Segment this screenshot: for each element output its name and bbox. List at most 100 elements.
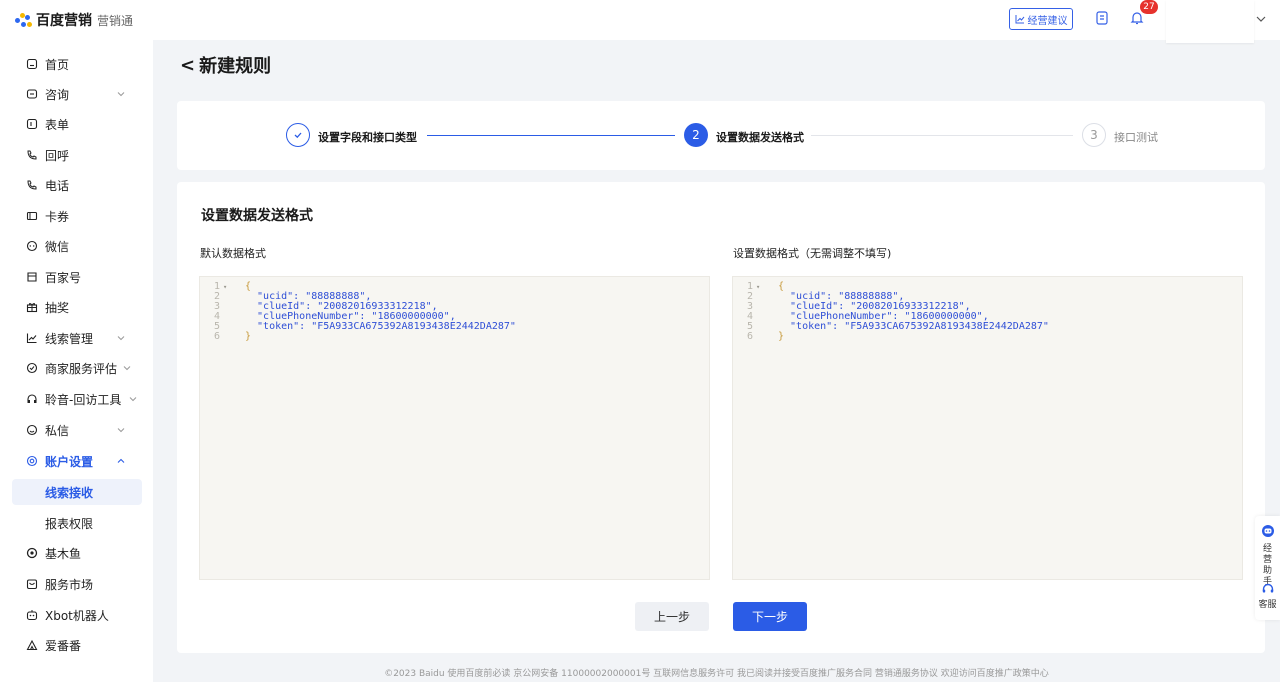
robot-icon	[25, 608, 39, 622]
step-1-done-circle[interactable]	[286, 123, 310, 147]
product-name: 营销通	[97, 13, 134, 28]
business-advice-button[interactable]: 经营建议	[1009, 8, 1073, 30]
sidebar-item-label: 回呼	[45, 148, 70, 163]
business-assistant-button[interactable]: 经营助手	[1255, 524, 1280, 588]
sidebar-item-jimuyu[interactable]: 基木鱼	[12, 540, 142, 566]
message-icon	[25, 423, 39, 437]
sidebar-item-label: 线索接收	[45, 485, 94, 500]
shield-icon	[25, 361, 39, 375]
sidebar-item-phone[interactable]: 电话	[12, 172, 142, 198]
sidebar-item-label: Xbot机器人	[45, 608, 109, 623]
step-3-label: 接口测试	[1114, 131, 1158, 144]
step-2-label: 设置数据发送格式	[716, 131, 804, 144]
step-connector-1	[427, 135, 675, 136]
sidebar-item-aifanfan[interactable]: 爱番番	[12, 632, 142, 658]
coupon-icon	[25, 209, 39, 223]
callback-icon	[25, 148, 39, 162]
aifanfan-icon	[25, 638, 39, 652]
sidebar-item-coupon[interactable]: 卡券	[12, 203, 142, 229]
sidebar-item-label: 账户设置	[45, 454, 94, 469]
chart-icon	[25, 331, 39, 345]
sidebar-item-private-message[interactable]: 私信	[12, 417, 142, 443]
sidebar-item-wechat[interactable]: 微信	[12, 233, 142, 259]
sidebar-item-label: 聆音-回访工具	[45, 392, 122, 407]
sidebar-item-label: 商家服务评估	[45, 361, 118, 376]
chat-icon	[25, 87, 39, 101]
baijiahao-icon	[25, 270, 39, 284]
section-title: 设置数据发送格式	[201, 208, 313, 224]
fold-arrow-icon: ▾	[223, 283, 228, 291]
sidebar-item-label: 卡券	[45, 209, 70, 224]
chevron-down-icon	[123, 366, 131, 371]
page-title: < 新建规则	[180, 52, 271, 78]
sidebar-item-merchant-evaluation[interactable]: 商家服务评估	[12, 355, 142, 381]
steps-card: 设置字段和接口类型 2 设置数据发送格式 3 接口测试	[177, 101, 1265, 170]
sidebar-item-lottery[interactable]: 抽奖	[12, 294, 142, 320]
fold-arrow-icon: ▾	[756, 283, 761, 291]
brand-logo[interactable]: 百度营销 营销通	[14, 10, 133, 30]
sidebar-item-label: 咨询	[45, 87, 70, 102]
back-button[interactable]: <	[180, 55, 195, 76]
next-step-button[interactable]: 下一步	[733, 602, 807, 631]
step-1-label: 设置字段和接口类型	[318, 131, 417, 144]
previous-step-button[interactable]: 上一步	[635, 602, 709, 631]
footer: ©2023 Baidu 使用百度前必读 京公网安备 11000002000001…	[384, 669, 1049, 679]
step-connector-2	[811, 135, 1073, 136]
default-format-editor[interactable]: 1 ▾{ 2 "ucid": "88888888", 3 "clueId": "2…	[199, 276, 710, 580]
sidebar-item-label: 百家号	[45, 270, 82, 285]
chevron-down-icon	[117, 92, 125, 97]
sidebar-item-service-market[interactable]: 服务市场	[12, 571, 142, 597]
sidebar-item-label: 微信	[45, 239, 70, 254]
customer-service-button[interactable]: 客服	[1255, 582, 1280, 611]
customer-service-label: 客服	[1258, 600, 1277, 610]
floating-helper-panel: 经营助手 客服	[1255, 516, 1280, 620]
sidebar-item-baijiahao[interactable]: 百家号	[12, 264, 142, 290]
brand-name: 百度营销	[36, 13, 92, 29]
step-3-pending-circle[interactable]: 3	[1082, 123, 1106, 147]
phone-icon	[25, 178, 39, 192]
sidebar-item-lead-receive[interactable]: 线索接收	[12, 479, 142, 505]
sidebar-item-label: 私信	[45, 423, 70, 438]
market-icon	[25, 577, 39, 591]
sidebar-item-lead-management[interactable]: 线索管理	[12, 325, 142, 351]
document-icon[interactable]	[1094, 10, 1110, 26]
sidebar-item-label: 首页	[45, 57, 70, 72]
wechat-icon	[25, 239, 39, 253]
check-icon	[294, 132, 302, 139]
business-advice-label: 经营建议	[1027, 15, 1068, 27]
notification-badge: 27	[1140, 0, 1158, 14]
chevron-up-icon	[117, 458, 125, 463]
default-format-label: 默认数据格式	[200, 247, 266, 260]
page-title-text: 新建规则	[199, 56, 272, 77]
fish-icon	[25, 546, 39, 560]
sidebar-item-lingyin-tool[interactable]: 聆音-回访工具	[12, 386, 142, 412]
sidebar-item-xbot[interactable]: Xbot机器人	[12, 602, 142, 628]
gift-icon	[25, 300, 39, 314]
sidebar-item-report-permission[interactable]: 报表权限	[12, 510, 142, 536]
form-icon	[25, 117, 39, 131]
sidebar-item-label: 报表权限	[45, 516, 94, 531]
content-card: 设置数据发送格式 默认数据格式 设置数据格式（无需调整不填写) 1 ▾{ 2 "u…	[177, 182, 1265, 653]
sidebar-item-label: 服务市场	[45, 577, 94, 592]
trend-chart-icon	[1015, 15, 1024, 24]
headset-icon	[25, 392, 39, 406]
home-icon	[25, 57, 39, 71]
sidebar-item-form[interactable]: 表单	[12, 111, 142, 137]
sidebar-item-label: 爱番番	[45, 638, 82, 653]
custom-format-editor[interactable]: 1 ▾{ 2 "ucid": "88888888", 3 "clueId": "2…	[732, 276, 1243, 580]
chevron-down-icon[interactable]	[1254, 12, 1268, 26]
sidebar: 首页 咨询 表单 回呼 电话 卡券 微信 百家号 抽奖 线索管理 商家服务评估	[0, 40, 153, 682]
step-2-current-circle[interactable]: 2	[684, 123, 708, 147]
sidebar-item-account-settings[interactable]: 账户设置	[12, 448, 142, 474]
assistant-robot-icon	[1261, 525, 1274, 537]
sidebar-item-consult[interactable]: 咨询	[12, 81, 142, 107]
chevron-down-icon	[129, 397, 137, 402]
chevron-down-icon	[117, 428, 125, 433]
customer-service-icon	[1262, 583, 1273, 593]
baidu-paw-icon	[14, 11, 34, 29]
custom-format-label: 设置数据格式（无需调整不填写)	[733, 247, 892, 260]
sidebar-item-home[interactable]: 首页	[12, 51, 142, 77]
sidebar-item-callback[interactable]: 回呼	[12, 142, 142, 168]
user-account-box[interactable]	[1166, 0, 1254, 43]
sidebar-item-label: 基木鱼	[45, 546, 82, 561]
